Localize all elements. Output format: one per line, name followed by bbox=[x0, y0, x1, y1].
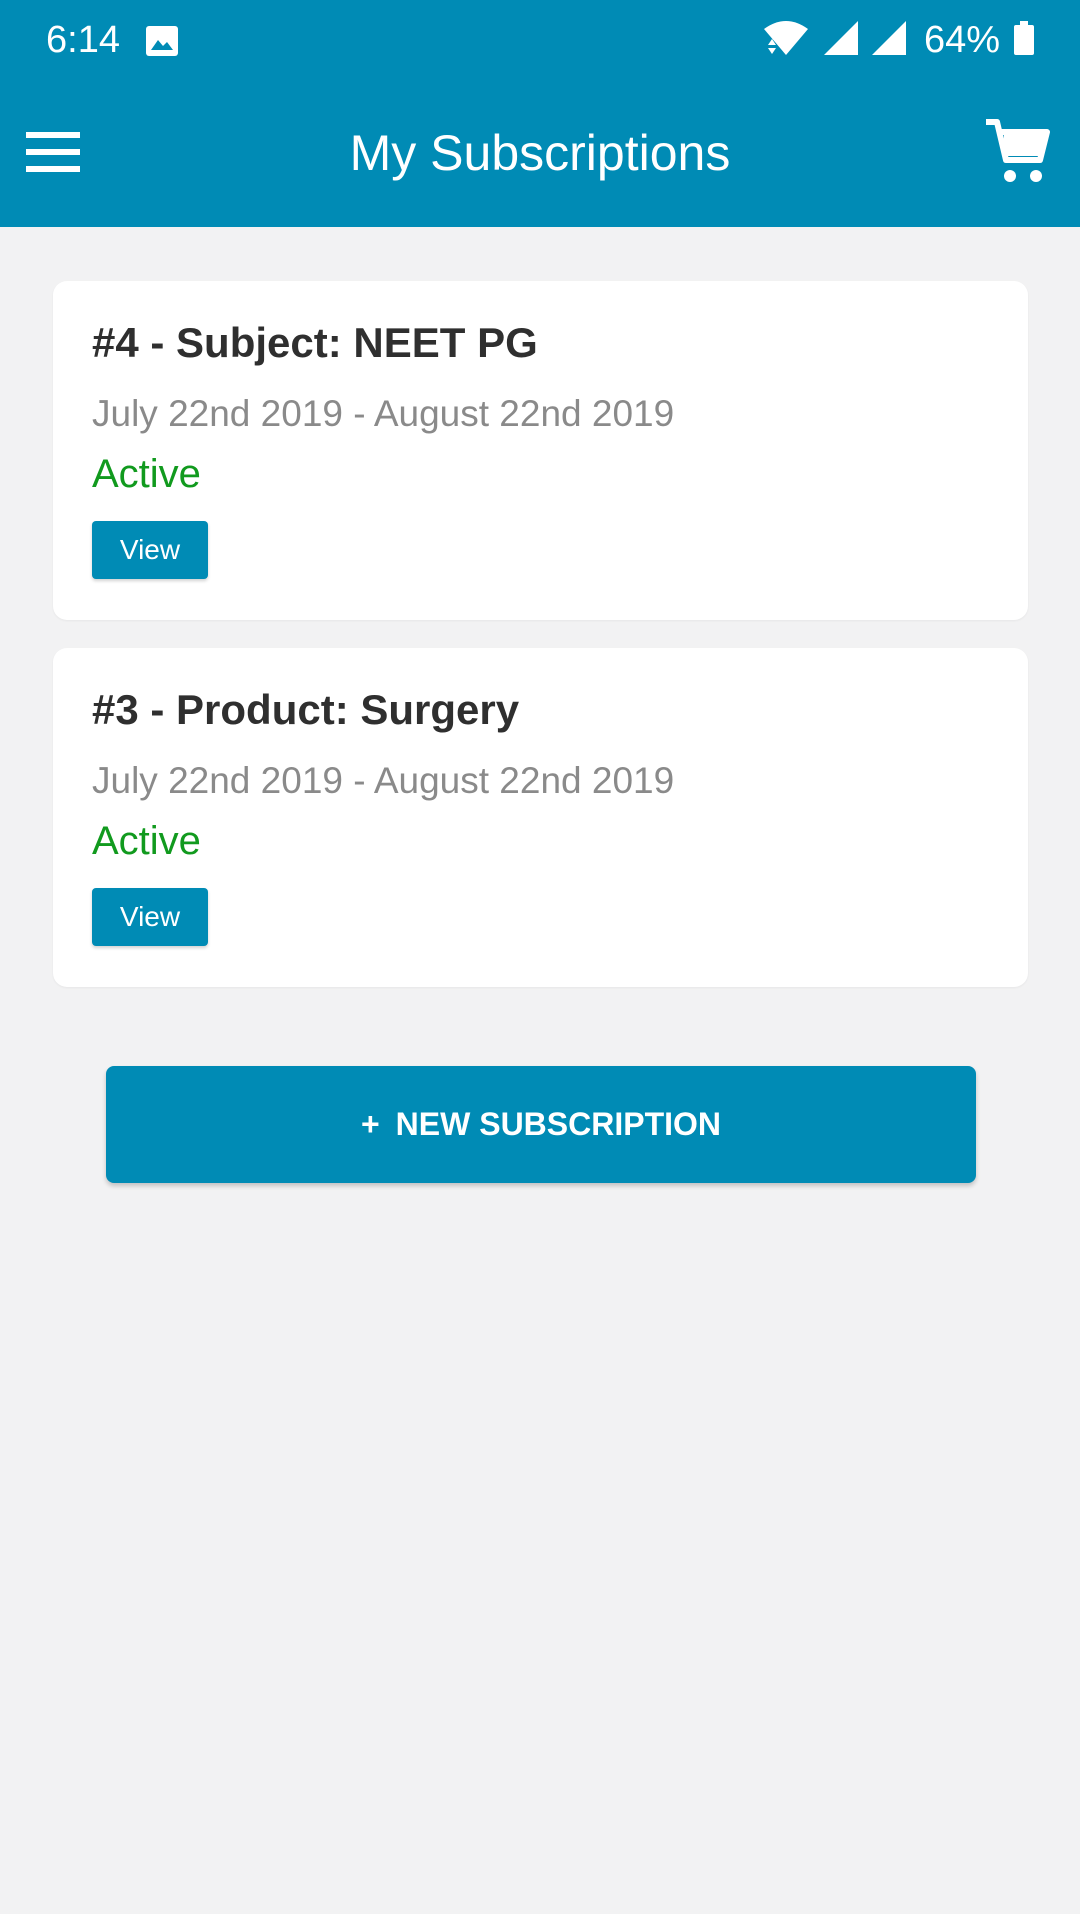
subscription-card: #3 - Product: Surgery July 22nd 2019 - A… bbox=[53, 648, 1028, 987]
subscription-card: #4 - Subject: NEET PG July 22nd 2019 - A… bbox=[53, 281, 1028, 620]
status-bar: 6:14 64% bbox=[0, 0, 1080, 80]
status-time: 6:14 bbox=[46, 19, 120, 61]
battery-icon bbox=[1014, 20, 1034, 60]
new-subscription-label: NEW SUBSCRIPTION bbox=[395, 1106, 722, 1142]
signal-icon bbox=[823, 20, 858, 60]
subscription-status: Active bbox=[92, 452, 201, 496]
shopping-cart-icon bbox=[984, 119, 1050, 190]
image-icon bbox=[146, 26, 178, 56]
wifi-icon bbox=[762, 19, 810, 62]
subscription-dates: July 22nd 2019 - August 22nd 2019 bbox=[92, 393, 675, 434]
cart-button[interactable] bbox=[984, 116, 1050, 186]
subscription-dates: July 22nd 2019 - August 22nd 2019 bbox=[92, 760, 675, 801]
signal-icon-2 bbox=[871, 20, 906, 60]
view-button[interactable]: View bbox=[92, 888, 208, 946]
status-icons: 64% bbox=[748, 18, 1034, 62]
app-bar: My Subscriptions bbox=[0, 80, 1080, 227]
plus-icon: + bbox=[360, 1106, 380, 1142]
subscription-title: #3 - Product: Surgery bbox=[92, 686, 520, 733]
new-subscription-button[interactable]: + NEW SUBSCRIPTION bbox=[106, 1066, 976, 1183]
battery-percent: 64% bbox=[923, 19, 1000, 61]
view-button[interactable]: View bbox=[92, 521, 208, 579]
page-title: My Subscriptions bbox=[349, 125, 731, 181]
subscription-title: #4 - Subject: NEET PG bbox=[92, 319, 538, 366]
subscription-status: Active bbox=[92, 819, 201, 863]
